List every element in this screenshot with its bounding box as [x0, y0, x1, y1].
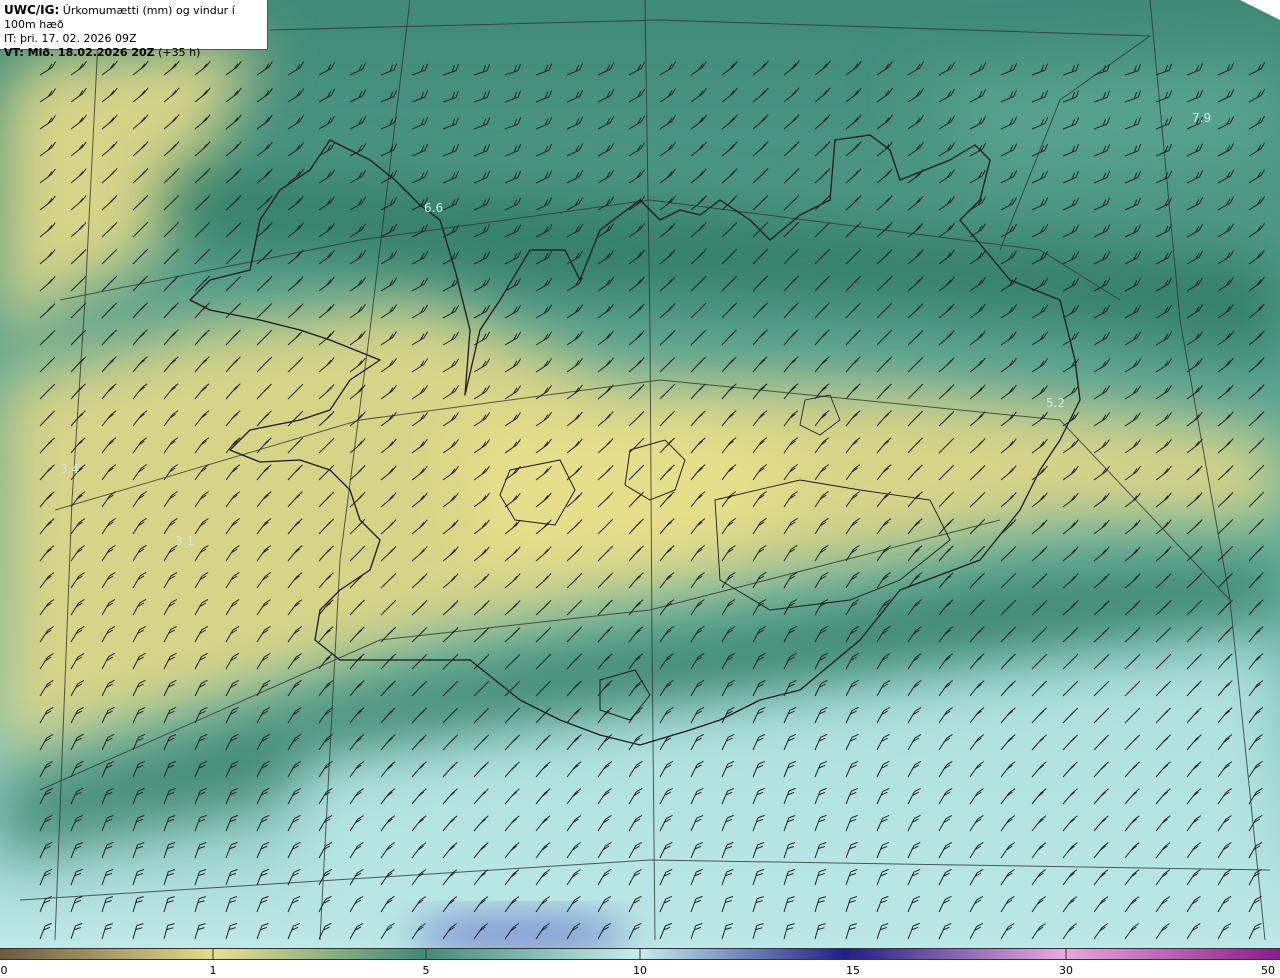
valid-time-line: VT: Mið. 18.02.2026 20Z (+35 h) — [4, 46, 263, 60]
colorbar-gradient — [0, 949, 1280, 959]
valid-time: VT: Mið. 18.02.2026 20Z — [4, 46, 155, 59]
colorbar-tick: 15 — [846, 964, 860, 977]
title-line: UWC/IG: Úrkomumætti (mm) og vindur í 100… — [4, 3, 263, 32]
colorbar-tick: 30 — [1059, 964, 1073, 977]
map-info-box: UWC/IG: Úrkomumætti (mm) og vindur í 100… — [0, 0, 268, 59]
colorbar-tick: 5 — [422, 964, 430, 977]
label-5-2: 5.2 — [1046, 396, 1065, 410]
colorbar-tick: 0 — [0, 964, 8, 977]
label-6-6: 6.6 — [424, 201, 443, 215]
initial-time: IT: þri. 17. 02. 2026 09Z — [4, 32, 137, 45]
colorbar-ticks: 0 1 5 10 15 30 50 — [0, 960, 1280, 978]
colorbar — [0, 948, 1280, 960]
lead-time: (+35 h) — [158, 46, 201, 59]
model-label: UWC/IG: — [4, 3, 60, 17]
precipitation-wind-map: 6.6 7.9 3.4 3.1 5.2 — [0, 0, 1280, 948]
label-7-9: 7.9 — [1192, 111, 1211, 125]
colorbar-tick: 1 — [209, 964, 217, 977]
label-3-4: 3.4 — [60, 462, 79, 476]
colorbar-tick: 50 — [1261, 964, 1275, 977]
map-domain: 6.6 7.9 3.4 3.1 5.2 — [0, 0, 1280, 948]
colorbar-tick: 10 — [633, 964, 647, 977]
label-3-1: 3.1 — [175, 534, 194, 548]
